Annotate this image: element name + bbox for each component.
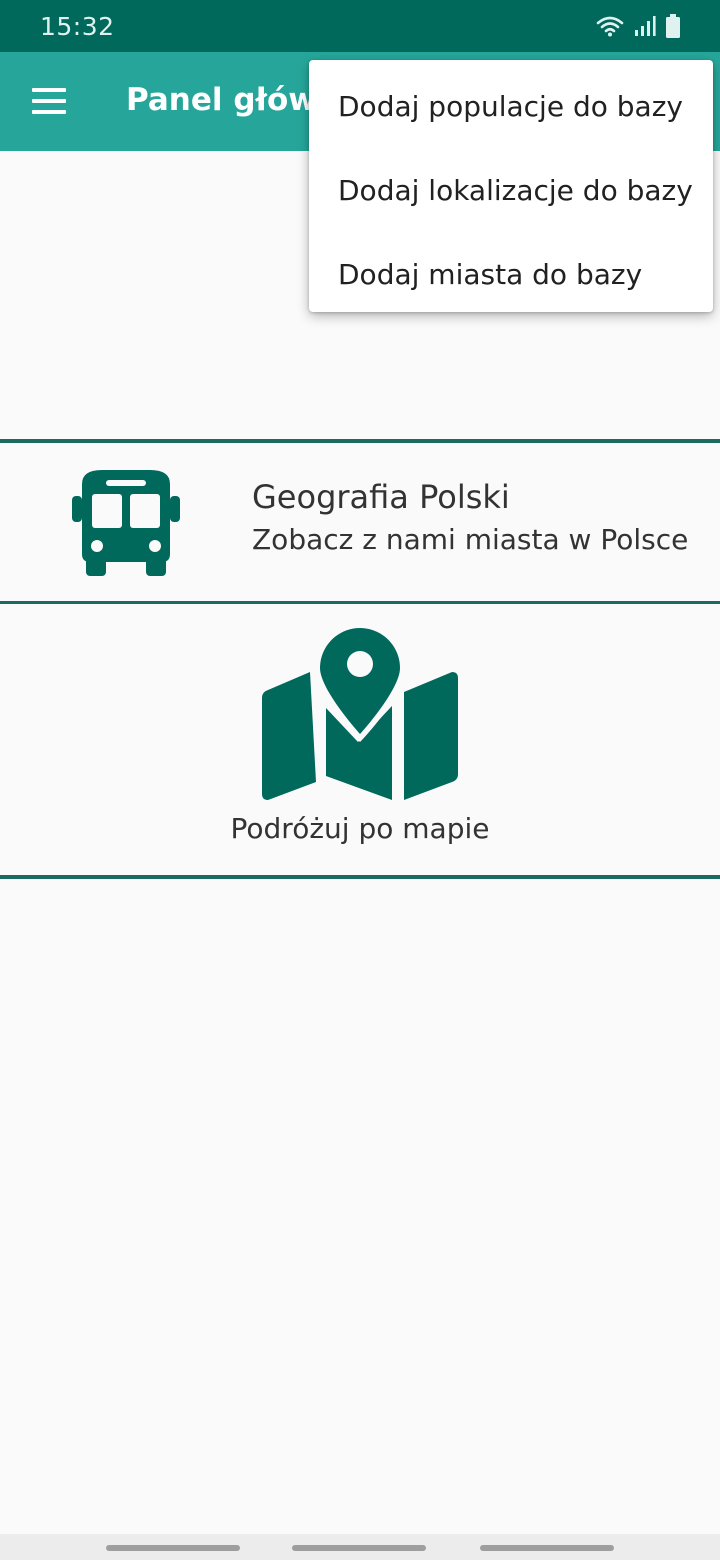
divider-top bbox=[0, 439, 720, 443]
status-time: 15:32 bbox=[40, 11, 115, 41]
nav-recents-button[interactable] bbox=[106, 1545, 240, 1551]
menu-icon[interactable] bbox=[32, 88, 66, 114]
signal-icon bbox=[635, 16, 656, 36]
menu-item-add-locations[interactable]: Dodaj lokalizacje do bazy bbox=[309, 148, 713, 232]
screen: 15:32 Panel główny Dodaj populacje do ba… bbox=[0, 0, 720, 1560]
status-icons bbox=[596, 14, 680, 38]
geography-card-title: Geografia Polski bbox=[252, 478, 510, 516]
options-popup-menu: Dodaj populacje do bazy Dodaj lokalizacj… bbox=[309, 60, 713, 312]
map-card[interactable]: Podróżuj po mapie bbox=[0, 604, 720, 876]
status-bar: 15:32 bbox=[0, 0, 720, 52]
menu-item-add-population[interactable]: Dodaj populacje do bazy bbox=[309, 64, 713, 148]
geography-card-subtitle: Zobacz z nami miasta w Polsce bbox=[252, 523, 689, 556]
navigation-bar bbox=[0, 1534, 720, 1560]
battery-icon bbox=[666, 14, 680, 38]
wifi-icon bbox=[596, 16, 624, 37]
menu-item-add-cities[interactable]: Dodaj miasta do bazy bbox=[309, 232, 713, 316]
nav-back-button[interactable] bbox=[480, 1545, 614, 1551]
nav-home-button[interactable] bbox=[292, 1545, 426, 1551]
map-pin-icon bbox=[262, 622, 458, 800]
map-card-label: Podróżuj po mapie bbox=[230, 812, 490, 845]
bus-icon bbox=[72, 470, 180, 576]
geography-card[interactable]: Geografia Polski Zobacz z nami miasta w … bbox=[0, 444, 720, 601]
